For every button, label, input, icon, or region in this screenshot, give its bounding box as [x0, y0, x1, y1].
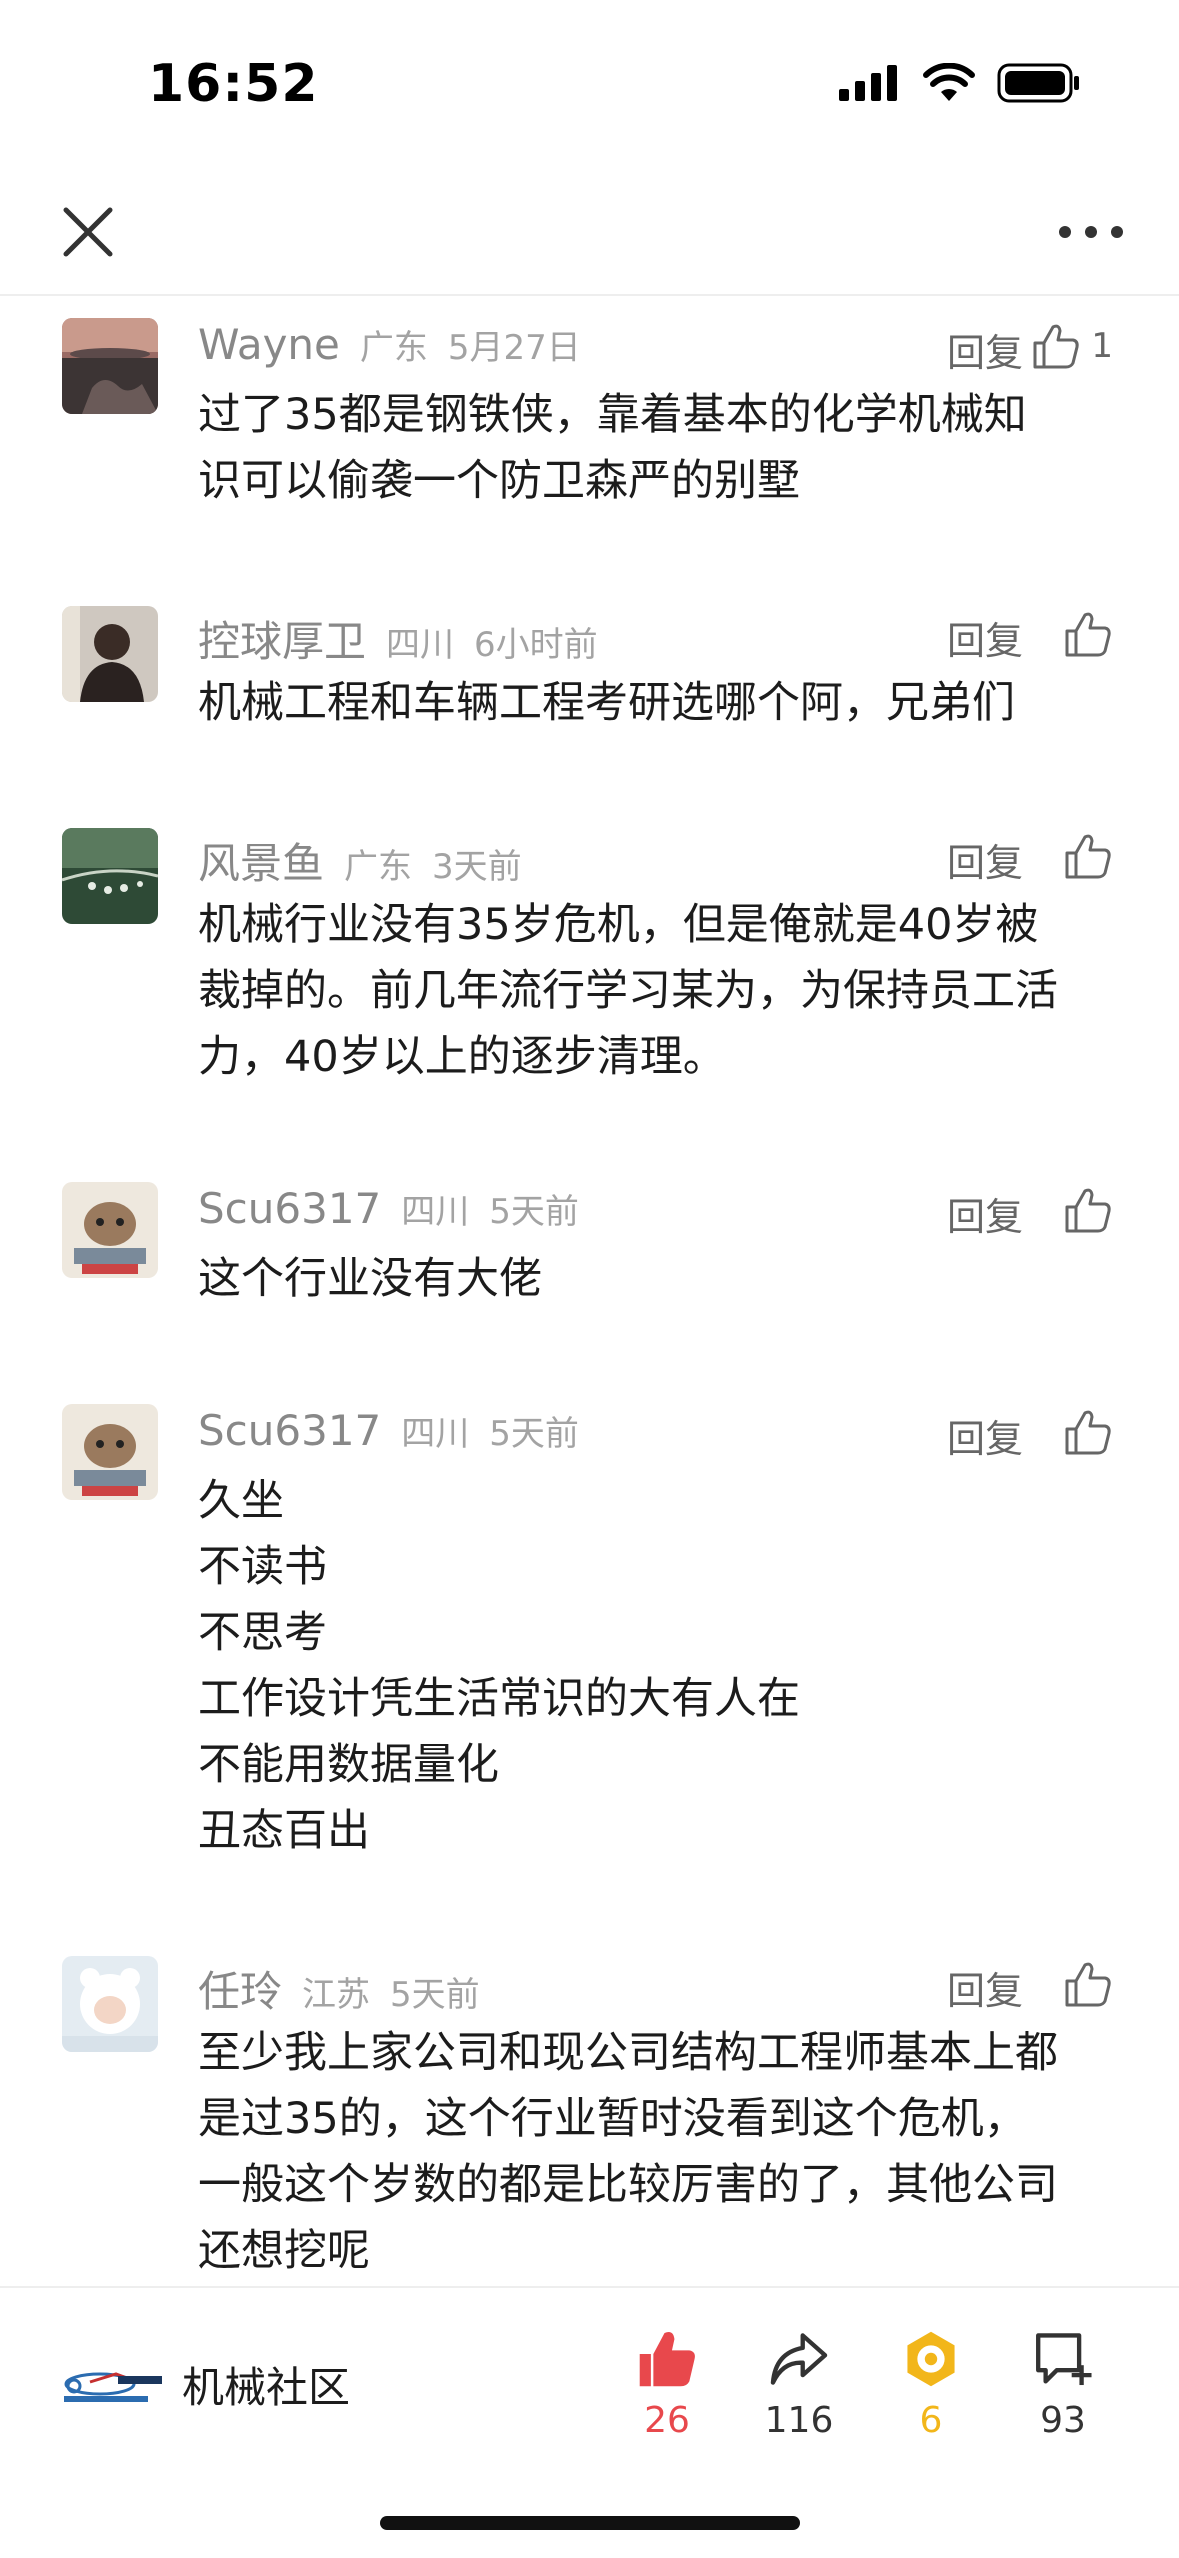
share-count: 116: [764, 2400, 834, 2441]
comment-text-line: 不读书: [198, 1542, 327, 1592]
comment-text-line: 工作设计凭生活常识的大有人在: [198, 1674, 800, 1724]
comment-region: 四川: [401, 1414, 470, 1454]
comment-author[interactable]: 控球厚卫: [198, 608, 366, 669]
like-button[interactable]: [1063, 1404, 1113, 1460]
comment-time: 5天前: [489, 1192, 579, 1232]
thumbs-up-icon: [1065, 1188, 1111, 1233]
comment-region: 广东: [344, 847, 413, 887]
comment-text-line: 丑态百出: [198, 1806, 370, 1856]
thumbs-up-icon: [1033, 324, 1080, 369]
comment-author[interactable]: Scu6317: [198, 1406, 381, 1455]
comment-time: 5天前: [390, 1975, 480, 2015]
comment-text-line: 过了35都是钢铁侠，靠着基本的化学机械知: [198, 390, 1027, 440]
cellular-signal-icon: [839, 65, 897, 101]
favorite-button[interactable]: 6: [876, 2310, 986, 2441]
like-button[interactable]: [1063, 1956, 1113, 2012]
comment-region: 江苏: [302, 1975, 371, 2015]
avatar[interactable]: [62, 1404, 158, 1500]
comment-meta: Wayne 广东 5月27日: [198, 320, 581, 380]
comment-text: 久坐 不读书 不思考 工作设计凭生活常识的大有人在 不能用数据量化 丑态百出: [198, 1468, 1128, 1864]
status-icons: [837, 62, 1081, 104]
like-button[interactable]: [1063, 606, 1113, 662]
status-time: 16:52: [148, 54, 319, 114]
brand-name[interactable]: 机械社区: [182, 2354, 350, 2415]
like-button[interactable]: [1063, 1182, 1113, 1238]
reply-button[interactable]: 回复: [947, 322, 1023, 377]
comment-text: 至少我上家公司和现公司结构工程师基本上都 是过35的，这个行业暂时没看到这个危机…: [198, 2020, 1128, 2284]
home-indicator[interactable]: [380, 2516, 800, 2530]
comment-text-line: 识可以偷袭一个防卫森严的别墅: [198, 456, 800, 506]
comment-count: 93: [1040, 2400, 1086, 2441]
thumbs-up-icon: [1065, 1410, 1111, 1455]
more-dots-icon[interactable]: [1055, 200, 1127, 264]
comment-text-line: 机械行业没有35岁危机，但是俺就是40岁被: [198, 900, 1039, 950]
share-button[interactable]: 116: [744, 2310, 854, 2441]
comment-region: 广东: [359, 328, 428, 368]
comment-meta: 任玲 江苏 5天前: [198, 1958, 480, 2018]
comment-text-line: 裁掉的。前几年流行学习某为，为保持员工活: [198, 966, 1058, 1016]
comment-time: 5月27日: [447, 328, 581, 368]
comment-author[interactable]: 风景鱼: [198, 830, 324, 891]
thumbs-up-icon: [1065, 1962, 1111, 2007]
comment-meta: 风景鱼 广东 3天前: [198, 830, 522, 890]
thumbs-up-icon: [1065, 612, 1111, 657]
avatar[interactable]: [62, 1182, 158, 1278]
avatar[interactable]: [62, 606, 158, 702]
comment-author[interactable]: Wayne: [198, 320, 340, 369]
comment-meta: Scu6317 四川 5天前: [198, 1184, 579, 1244]
comment-add-icon: [1036, 2333, 1092, 2386]
comment-text-line: 力，40岁以上的逐步清理。: [198, 1032, 726, 1082]
bottom-action-bar: 机械社区 26 116 6 93: [0, 2286, 1179, 2558]
reply-button[interactable]: 回复: [947, 832, 1023, 887]
comment-text-line: 是过35的，这个行业暂时没看到这个危机，: [198, 2094, 1027, 2144]
reply-button[interactable]: 回复: [947, 1960, 1023, 2015]
reply-button[interactable]: 回复: [947, 610, 1023, 665]
comment-list[interactable]: Wayne 广东 5月27日 回复 1 过了35都是钢铁侠，靠着基本的化学机械知…: [0, 296, 1179, 2286]
comment-text: 机械行业没有35岁危机，但是俺就是40岁被 裁掉的。前几年流行学习某为，为保持员…: [198, 892, 1128, 1090]
comment-text: 这个行业没有大佬: [198, 1246, 1128, 1312]
comment-time: 5天前: [489, 1414, 579, 1454]
comment-meta: 控球厚卫 四川 6小时前: [198, 608, 598, 668]
like-count: 1: [1091, 326, 1113, 366]
comment-text-line: 久坐: [198, 1476, 284, 1526]
comment-text-line: 还想挖呢: [198, 2226, 370, 2276]
wifi-icon: [923, 63, 975, 101]
reply-button[interactable]: 回复: [947, 1186, 1023, 1241]
comment-text: 过了35都是钢铁侠，靠着基本的化学机械知 识可以偷袭一个防卫森严的别墅: [198, 382, 1128, 514]
comment-text-line: 不能用数据量化: [198, 1740, 499, 1790]
avatar[interactable]: [62, 1956, 158, 2052]
brand-logo[interactable]: [60, 2356, 164, 2416]
comment-text-line: 机械工程和车辆工程考研选哪个阿，兄弟们: [198, 678, 1015, 728]
like-article-button[interactable]: 26: [612, 2310, 722, 2441]
comment-text-line: 至少我上家公司和现公司结构工程师基本上都: [198, 2028, 1058, 2078]
comment-text-line: 一般这个岁数的都是比较厉害的了，其他公司: [198, 2160, 1058, 2210]
favorite-hexagon-icon: [907, 2331, 955, 2387]
thumbs-up-icon: [1065, 834, 1111, 879]
thumbs-up-filled-icon: [639, 2331, 695, 2387]
comment-author[interactable]: 任玲: [198, 1958, 282, 2019]
avatar[interactable]: [62, 318, 158, 414]
comment-text: 机械工程和车辆工程考研选哪个阿，兄弟们: [198, 670, 1128, 736]
comment-text-line: 不思考: [198, 1608, 327, 1658]
comment-time: 3天前: [432, 847, 522, 887]
comment-author[interactable]: Scu6317: [198, 1184, 381, 1233]
close-icon[interactable]: [56, 200, 120, 264]
like-button[interactable]: 1: [1031, 318, 1113, 374]
comment-region: 四川: [401, 1192, 470, 1232]
comment-region: 四川: [386, 625, 455, 665]
battery-icon: [997, 63, 1079, 103]
reply-button[interactable]: 回复: [947, 1408, 1023, 1463]
comment-text-line: 这个行业没有大佬: [198, 1254, 542, 1304]
comment-meta: Scu6317 四川 5天前: [198, 1406, 579, 1466]
avatar[interactable]: [62, 828, 158, 924]
nav-bar: [0, 170, 1179, 296]
comment-button[interactable]: 93: [1008, 2310, 1118, 2441]
like-button[interactable]: [1063, 828, 1113, 884]
article-like-count: 26: [644, 2400, 690, 2441]
status-bar: 16:52: [0, 0, 1179, 170]
comment-time: 6小时前: [474, 625, 598, 665]
share-arrow-icon: [770, 2333, 828, 2385]
favorite-count: 6: [919, 2400, 943, 2441]
